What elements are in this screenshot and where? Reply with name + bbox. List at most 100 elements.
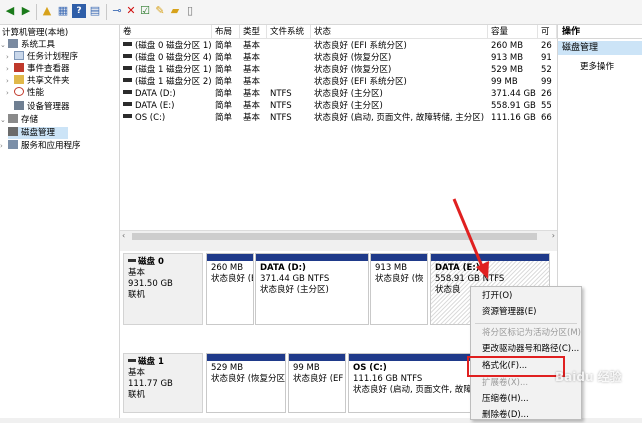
partition-bar — [289, 354, 345, 361]
table-row[interactable]: DATA (E:) 简单 基本 NTFS 状态良好 (主分区) 558.91 G… — [120, 100, 557, 112]
cell-status: 状态良好 (主分区) — [314, 101, 383, 111]
actions-section-disk-management[interactable]: 磁盘管理 — [558, 41, 642, 55]
expand-icon[interactable]: › — [6, 87, 14, 99]
connect-icon[interactable]: ⊸ — [110, 4, 124, 18]
column-header-capacity[interactable]: 容量 — [488, 25, 538, 39]
volume-name: DATA (E:) — [135, 101, 175, 111]
scroll-right-icon[interactable]: › — [552, 231, 555, 240]
disk-type: 基本 — [128, 368, 146, 378]
tree-label: 性能 — [27, 88, 45, 98]
tree-item-task-scheduler[interactable]: › 任务计划程序 — [6, 51, 78, 63]
tree-label: 共享文件夹 — [27, 76, 70, 86]
folder-up-icon[interactable]: ▲ — [40, 4, 54, 18]
column-header-status[interactable]: 状态 — [311, 25, 488, 39]
cell-filesystem: NTFS — [270, 101, 292, 111]
properties-icon[interactable]: ▦ — [56, 4, 70, 18]
cell-filesystem — [267, 40, 314, 52]
partition-size: 913 MB — [375, 263, 408, 273]
tree-root[interactable]: 计算机管理(本地) — [2, 27, 68, 39]
menu-item-explorer[interactable]: 资源管理器(E) — [471, 305, 581, 320]
expand-icon[interactable]: › — [6, 75, 14, 87]
tree-label: 服务和应用程序 — [21, 141, 81, 151]
check-icon[interactable]: ☑ — [138, 4, 152, 18]
cell-capacity: 529 MB — [491, 65, 524, 75]
table-row[interactable]: (磁盘 1 磁盘分区 2) 简单 基本 状态良好 (EFI 系统分区) 99 M… — [120, 76, 557, 88]
back-icon[interactable]: ◀ — [3, 4, 17, 18]
scroll-left-icon[interactable]: ‹ — [122, 231, 125, 240]
disk-0-label[interactable]: 磁盘 0 基本 931.50 GB 联机 — [123, 253, 203, 325]
menu-item-change-drive-letter[interactable]: 更改驱动器号和路径(C)... — [471, 342, 581, 357]
help-icon[interactable]: ? — [72, 4, 86, 18]
table-row[interactable]: (磁盘 0 磁盘分区 1) 简单 基本 状态良好 (EFI 系统分区) 260 … — [120, 40, 557, 52]
partition-disk1-2[interactable]: 99 MB 状态良好 (EF — [288, 353, 346, 413]
table-row[interactable]: (磁盘 0 磁盘分区 4) 简单 基本 状态良好 (恢复分区) 913 MB 9… — [120, 52, 557, 64]
collapse-icon[interactable]: ⌄ — [0, 114, 8, 126]
new-icon[interactable]: ✎ — [153, 4, 167, 18]
tree-item-performance[interactable]: › 性能 — [6, 87, 44, 99]
tree-item-shared-folders[interactable]: › 共享文件夹 — [6, 75, 70, 87]
tree-item-device-manager[interactable]: 设备管理器 — [14, 101, 70, 113]
collapse-icon[interactable]: ⌄ — [0, 39, 8, 51]
partition-disk0-data-d[interactable]: DATA (D:) 371.44 GB NTFS 状态良好 (主分区) — [255, 253, 369, 325]
cell-volume: DATA (E:) — [120, 100, 215, 112]
open-folder-icon[interactable]: ▰ — [168, 4, 182, 18]
view-icon[interactable]: ▤ — [88, 4, 102, 18]
cell-status: 状态良好 (恢复分区) — [314, 65, 392, 75]
cell-layout: 简单 — [215, 41, 233, 51]
menu-item-shrink-volume[interactable]: 压缩卷(H)... — [471, 392, 581, 407]
cell-filesystem — [267, 64, 314, 76]
partition-disk0-1[interactable]: 260 MB状态良好 (EFI — [206, 253, 254, 325]
watermark: Baidu 经验 — [555, 370, 622, 384]
menu-item-delete-volume[interactable]: 删除卷(D)... — [471, 408, 581, 423]
table-row[interactable]: OS (C:) 简单 基本 NTFS 状态良好 (启动, 页面文件, 故障转储,… — [120, 112, 557, 124]
column-header-filesystem[interactable]: 文件系统 — [267, 25, 311, 39]
disk-1-label[interactable]: 磁盘 1 基本 111.77 GB 联机 — [123, 353, 203, 413]
column-header-free[interactable]: 可 — [538, 25, 557, 39]
expand-icon[interactable]: › — [6, 51, 14, 63]
context-menu: 打开(O) 资源管理器(E) 将分区标记为活动分区(M) 更改驱动器号和路径(C… — [470, 286, 582, 420]
cell-volume: OS (C:) — [120, 112, 215, 124]
tree-label: 磁盘管理 — [21, 128, 56, 138]
expand-icon[interactable]: › — [6, 63, 14, 75]
tree-label: 存储 — [21, 115, 39, 125]
expand-icon[interactable]: › — [0, 140, 8, 152]
column-header-volume[interactable]: 卷 — [120, 25, 212, 39]
partition-status: 状态良好 (主分区) — [260, 285, 329, 295]
tree-item-system-tools[interactable]: ⌄ 系统工具 — [0, 39, 55, 51]
toolbar-divider — [106, 4, 107, 20]
forward-icon[interactable]: ▶ — [19, 4, 33, 18]
partition-disk0-4[interactable]: 913 MB 状态良好 (恢 — [370, 253, 428, 325]
volume-icon — [123, 90, 132, 94]
cell-capacity: 99 MB — [491, 77, 518, 87]
table-row[interactable]: (磁盘 1 磁盘分区 1) 简单 基本 状态良好 (恢复分区) 529 MB 5… — [120, 64, 557, 76]
cell-volume: (磁盘 1 磁盘分区 1) — [120, 64, 215, 76]
tree-item-event-viewer[interactable]: › 事件查看器 — [6, 63, 70, 75]
column-header-type[interactable]: 类型 — [240, 25, 267, 39]
cell-layout: 简单 — [215, 77, 233, 87]
actions-title: 操作 — [558, 25, 642, 39]
tree-label: 系统工具 — [21, 40, 56, 50]
performance-icon — [14, 87, 24, 96]
cell-capacity: 371.44 GB — [491, 89, 536, 99]
volume-name: (磁盘 1 磁盘分区 2) — [135, 77, 212, 87]
volume-icon — [123, 78, 132, 82]
doc-icon[interactable]: ▯ — [183, 4, 197, 18]
partition-title: DATA (D:) — [260, 263, 306, 273]
disk-icon — [8, 127, 18, 136]
cell-layout: 简单 — [215, 101, 233, 111]
menu-item-mark-active[interactable]: 将分区标记为活动分区(M) — [471, 326, 581, 341]
tree-item-storage[interactable]: ⌄ 存储 — [0, 114, 38, 126]
delete-icon[interactable]: ✕ — [124, 4, 138, 18]
highlight-box — [467, 356, 565, 377]
column-header-layout[interactable]: 布局 — [212, 25, 240, 39]
table-row[interactable]: DATA (D:) 简单 基本 NTFS 状态良好 (主分区) 371.44 G… — [120, 88, 557, 100]
partition-disk1-1[interactable]: 529 MB 状态良好 (恢复分区 — [206, 353, 286, 413]
tree-item-services-apps[interactable]: › 服务和应用程序 — [0, 140, 81, 152]
menu-item-open[interactable]: 打开(O) — [471, 289, 581, 304]
cell-volume: (磁盘 1 磁盘分区 2) — [120, 76, 215, 88]
cell-status: 状态良好 (恢复分区) — [314, 53, 392, 63]
tree-item-disk-management[interactable]: 磁盘管理 — [8, 127, 68, 139]
more-actions-link[interactable]: 更多操作 — [580, 60, 614, 74]
volume-icon — [123, 66, 132, 70]
disk-icon — [128, 259, 136, 262]
